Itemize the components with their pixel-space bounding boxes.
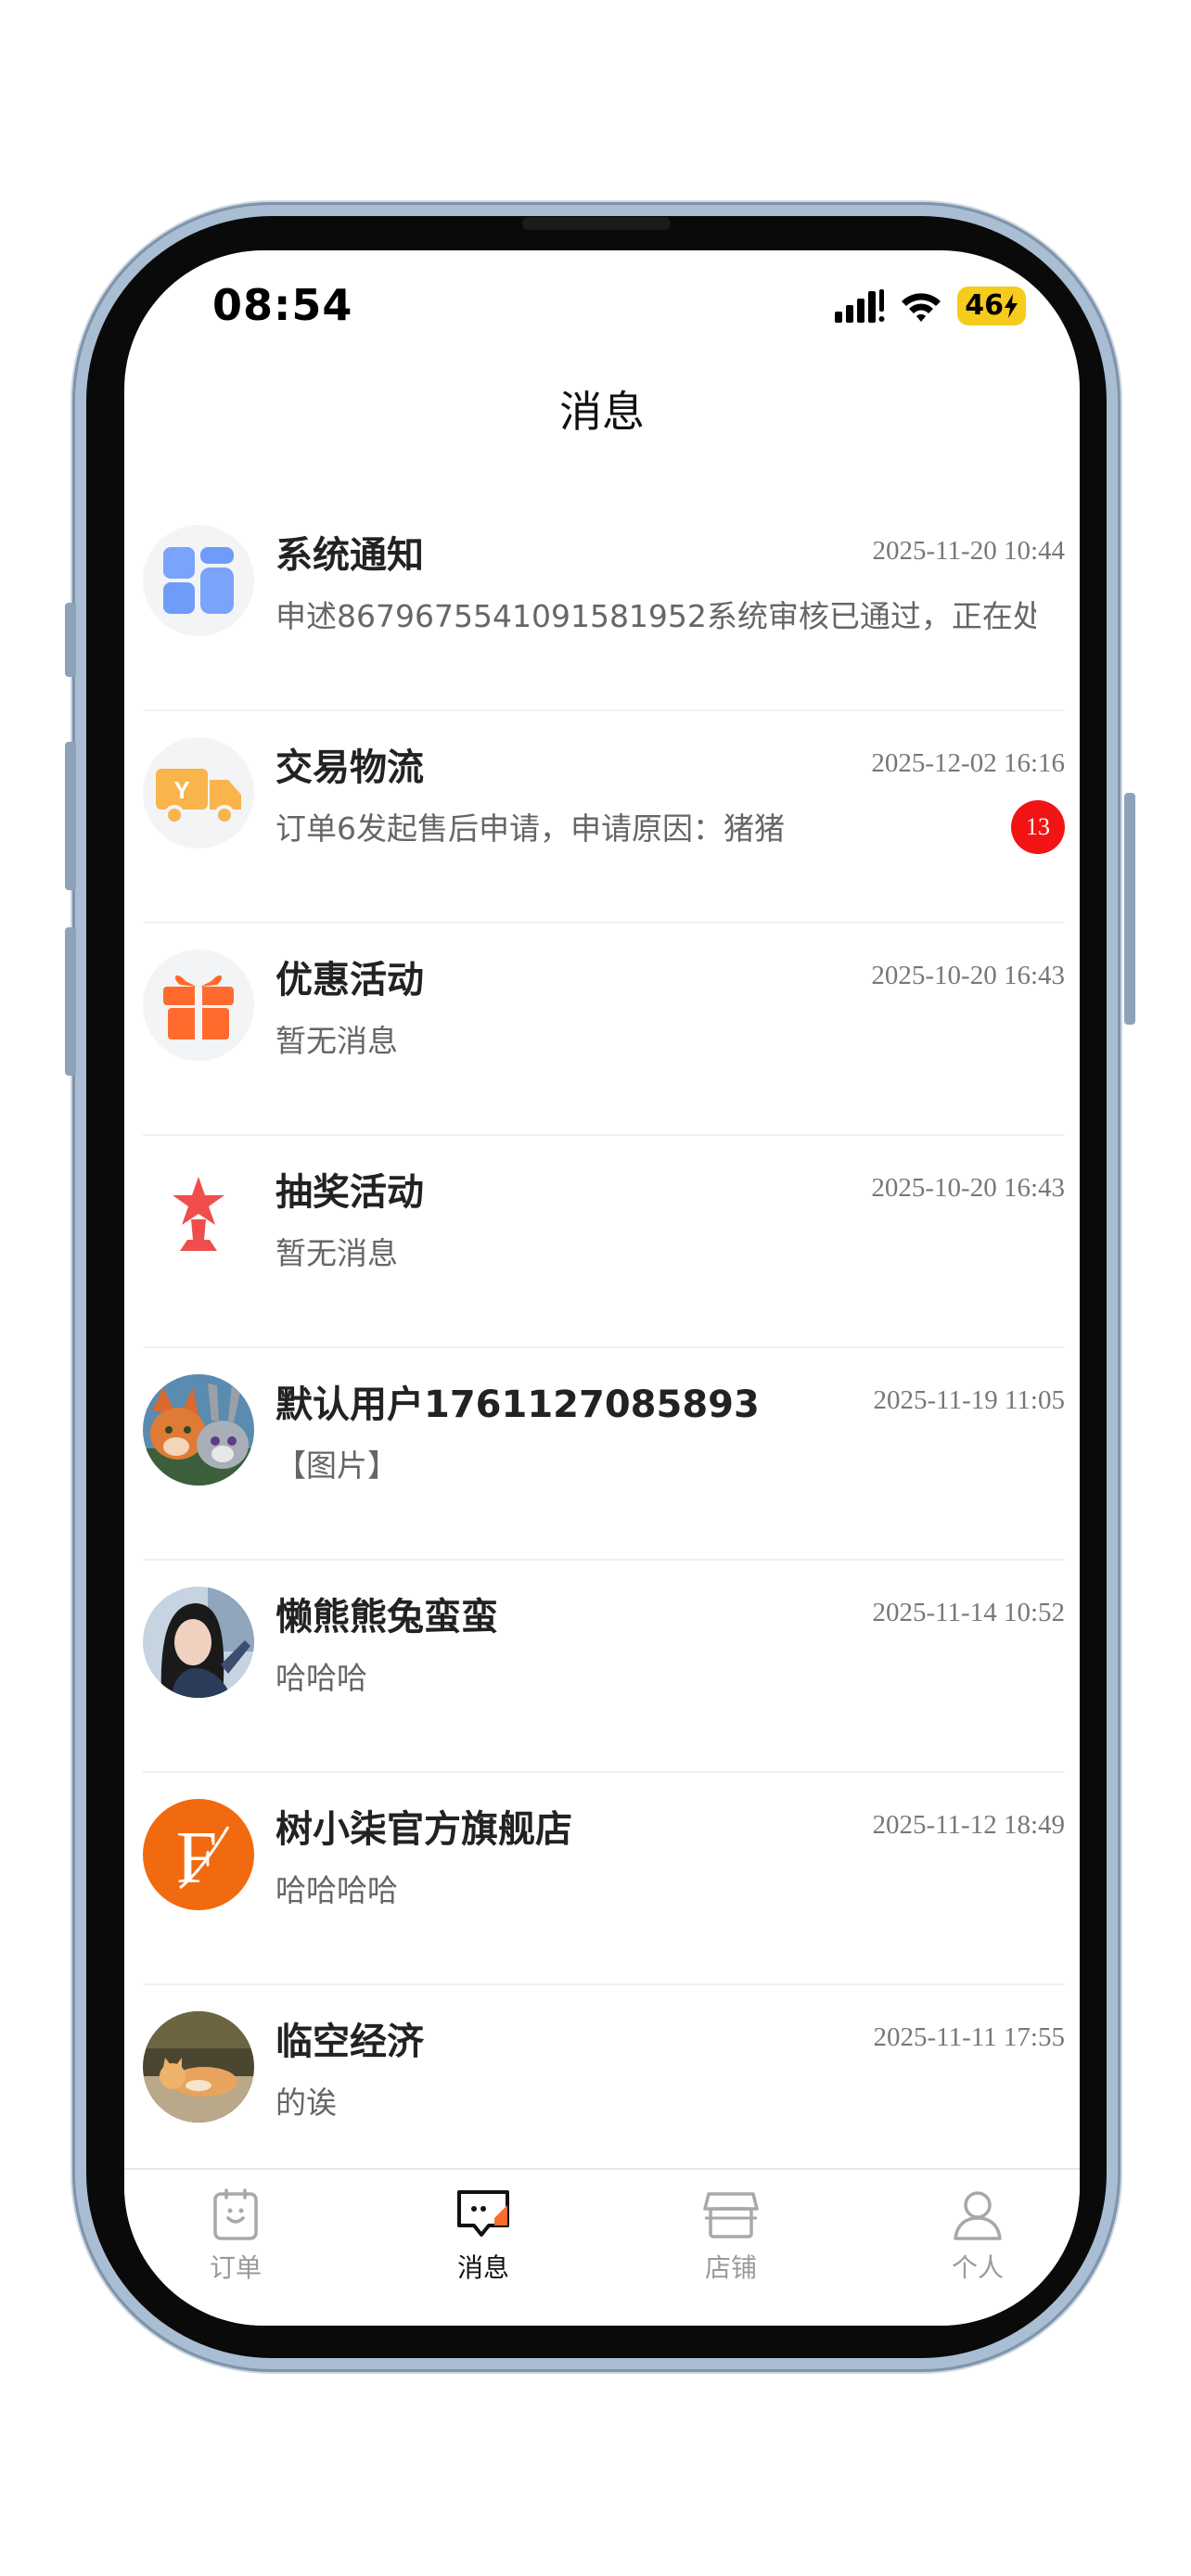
lottery-avatar	[143, 1162, 254, 1273]
message-row-user-economy[interactable]: 临空经济 2025-11-11 17:55 的诶	[143, 1985, 1065, 2198]
side-button-volume-up	[65, 742, 76, 890]
message-time: 2025-11-11 17:55	[873, 2022, 1065, 2052]
cat-photo-avatar-image	[143, 2011, 254, 2123]
message-sender: 树小柒官方旗舰店	[275, 1808, 572, 1851]
person-icon	[954, 2191, 1002, 2240]
message-sender: 临空经济	[275, 2021, 424, 2063]
message-sender: 优惠活动	[275, 959, 424, 1001]
message-sender: 交易物流	[275, 746, 424, 789]
message-row-lottery[interactable]: 抽奖活动 2025-10-20 16:43 暂无消息	[143, 1136, 1065, 1348]
battery-indicator: 46	[957, 287, 1026, 325]
message-time: 2025-12-02 16:16	[871, 748, 1065, 778]
side-button-power	[1124, 793, 1135, 1025]
message-time: 2025-11-19 11:05	[873, 1385, 1065, 1415]
user-avatar	[143, 1374, 254, 1486]
promotion-avatar	[143, 950, 254, 1061]
message-row-system[interactable]: 系统通知 2025-11-20 10:44 申述8679675541091581…	[143, 499, 1065, 711]
side-button-volume-down	[65, 927, 76, 1076]
message-preview: 的诶	[275, 2085, 337, 2121]
tab-person-label: 个人	[951, 2252, 1004, 2283]
status-time: 08:54	[212, 280, 353, 330]
unread-count-badge: 13	[1011, 800, 1065, 854]
earpiece-speaker	[522, 217, 671, 230]
tab-message[interactable]: 消息	[409, 2187, 557, 2285]
message-time: 2025-11-14 10:52	[872, 1598, 1065, 1627]
shop-icon	[703, 2192, 759, 2238]
tab-shop-label: 店铺	[704, 2252, 757, 2283]
message-preview: 哈哈哈	[275, 1660, 367, 1696]
message-row-logistics[interactable]: Y 交易物流 2025-12-02 16:16 订单6发起售后申请，申请原因：猪…	[143, 711, 1065, 924]
tab-order-label: 订单	[209, 2252, 262, 2283]
message-preview: 订单6发起售后申请，申请原因：猪猪	[275, 810, 785, 847]
store-logo-f-icon: F	[176, 1817, 230, 1899]
tab-shop[interactable]: 店铺	[657, 2187, 805, 2285]
system-notice-avatar	[143, 525, 254, 636]
message-time: 2025-11-20 10:44	[872, 536, 1065, 566]
svg-text:Y: Y	[173, 776, 189, 804]
message-preview: 申述8679675541091581952系统审核已通过，正在处理	[275, 598, 1036, 634]
user-avatar	[143, 1587, 254, 1698]
battery-level: 46	[965, 289, 1004, 322]
message-icon	[457, 2190, 509, 2237]
tab-message-label: 消息	[456, 2252, 509, 2283]
order-icon	[213, 2188, 258, 2240]
tab-order[interactable]: 订单	[161, 2187, 310, 2285]
message-sender: 系统通知	[275, 534, 424, 577]
user-avatar	[143, 2011, 254, 2123]
message-sender: 抽奖活动	[275, 1171, 424, 1214]
message-preview: 暂无消息	[275, 1235, 398, 1271]
message-sender: 默认用户1761127085893	[275, 1384, 760, 1426]
truck-icon: Y	[156, 769, 241, 825]
cellular-signal-icon	[835, 289, 885, 323]
tab-person[interactable]: 个人	[903, 2187, 1052, 2285]
message-preview: 【图片】	[275, 1447, 398, 1484]
fox-rabbit-avatar-image	[143, 1374, 254, 1486]
wifi-icon	[902, 293, 941, 322]
message-time: 2025-11-12 18:49	[872, 1810, 1065, 1840]
message-preview: 暂无消息	[275, 1023, 398, 1059]
trophy-star-icon	[173, 1177, 224, 1251]
gift-icon	[163, 975, 234, 1039]
message-time: 2025-10-20 16:43	[871, 961, 1065, 990]
status-icons: 46	[835, 284, 1026, 328]
woman-portrait-avatar-image	[143, 1587, 254, 1698]
store-logo: F	[143, 1799, 254, 1910]
message-row-user-bear[interactable]: 懒熊熊兔蛮蛮 2025-11-14 10:52 哈哈哈	[143, 1561, 1065, 1773]
side-button-silent	[65, 603, 76, 677]
logistics-avatar: Y	[143, 737, 254, 848]
message-row-user-default[interactable]: 默认用户1761127085893 2025-11-19 11:05 【图片】	[143, 1348, 1065, 1561]
message-time: 2025-10-20 16:43	[871, 1173, 1065, 1203]
charging-bolt-icon	[1005, 294, 1018, 318]
message-row-promotion[interactable]: 优惠活动 2025-10-20 16:43 暂无消息	[143, 924, 1065, 1136]
page-title: 消息	[559, 387, 645, 437]
bottom-tab-bar: 订单 消息 店铺 个人	[124, 2168, 1080, 2326]
message-preview: 哈哈哈哈	[275, 1872, 398, 1908]
grid-icon	[163, 547, 234, 614]
message-row-store[interactable]: F 树小柒官方旗舰店 2025-11-12 18:49 哈哈哈哈	[143, 1773, 1065, 1985]
phone-screen: 08:54 46 消息 系统通知 2025-11-20 10:44 申述8679…	[124, 250, 1080, 2326]
message-sender: 懒熊熊兔蛮蛮	[275, 1596, 498, 1639]
